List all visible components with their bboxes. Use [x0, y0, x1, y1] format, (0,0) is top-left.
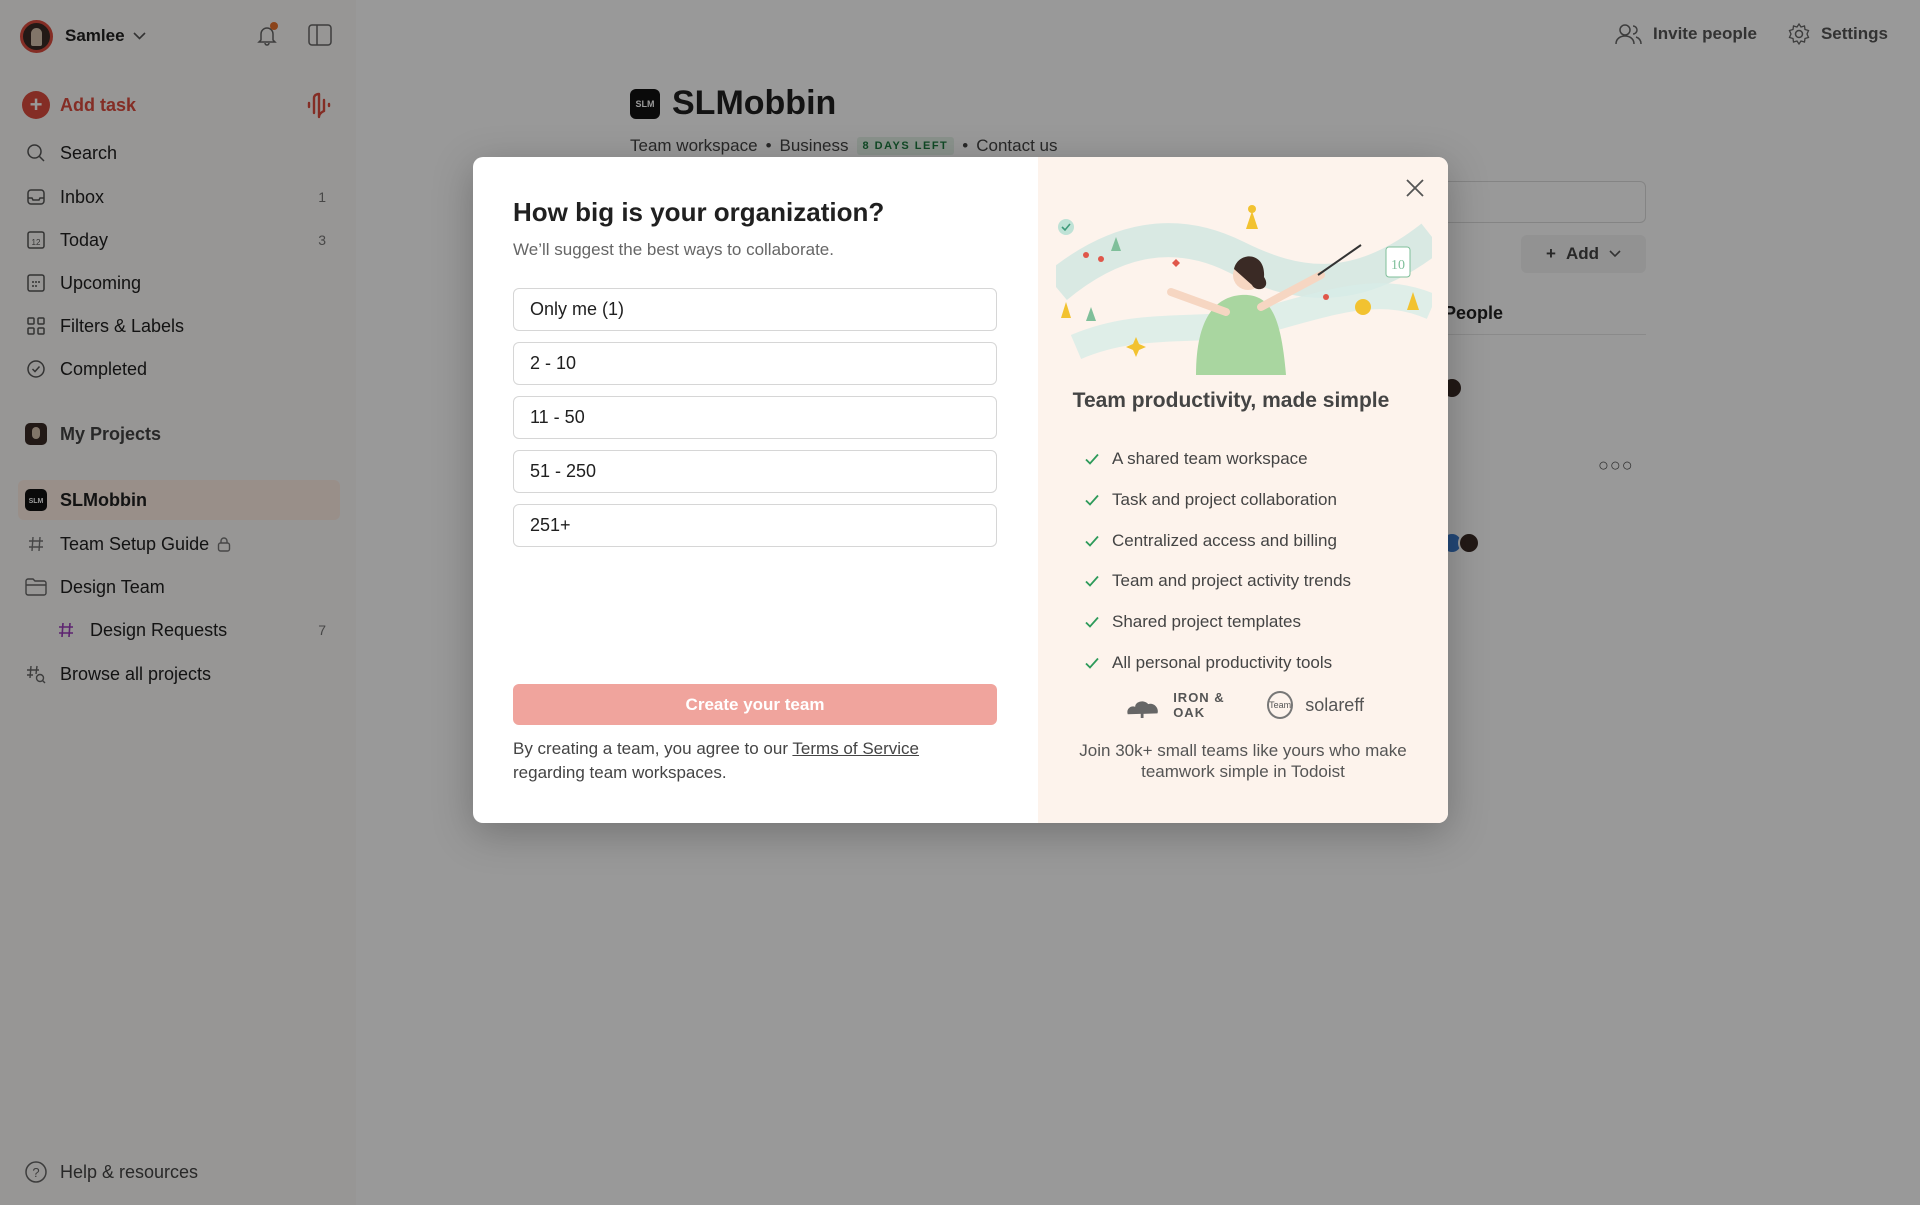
promo-heading: Team productivity, made simple	[1072, 389, 1390, 412]
create-team-button[interactable]: Create your team	[513, 684, 997, 725]
feature-item: Team and project activity trends	[1084, 561, 1351, 602]
check-icon	[1084, 492, 1100, 508]
terms-text: By creating a team, you agree to our Ter…	[513, 737, 997, 785]
team-illustration: 10	[1056, 205, 1432, 375]
feature-label: Centralized access and billing	[1112, 530, 1337, 550]
feature-item: All personal productivity tools	[1084, 642, 1351, 683]
size-option[interactable]: 11 - 50	[513, 396, 997, 439]
terms-suffix: regarding team workspaces.	[513, 763, 727, 782]
modal-form: How big is your organization? We’ll sugg…	[473, 157, 1038, 823]
feature-item: Task and project collaboration	[1084, 480, 1351, 521]
feature-label: Task and project collaboration	[1112, 490, 1337, 510]
feature-label: A shared team workspace	[1112, 449, 1308, 469]
check-icon	[1084, 451, 1100, 467]
size-option[interactable]: 51 - 250	[513, 450, 997, 493]
logo-solareff: solareff	[1305, 694, 1364, 715]
logo-iron-oak: IRON & OAK	[1173, 690, 1225, 720]
check-icon	[1084, 573, 1100, 589]
feature-label: Team and project activity trends	[1112, 571, 1352, 591]
size-option[interactable]: Only me (1)	[513, 288, 997, 331]
logo-team: Team	[1266, 691, 1294, 719]
create-team-modal: How big is your organization? We’ll sugg…	[473, 157, 1448, 823]
terms-of-service-link[interactable]: Terms of Service	[792, 739, 919, 758]
feature-item: Centralized access and billing	[1084, 520, 1351, 561]
feature-list: A shared team workspace Task and project…	[1084, 439, 1351, 683]
svg-text:10: 10	[1391, 258, 1405, 273]
size-option[interactable]: 251+	[513, 504, 997, 547]
modal-subtitle: We’ll suggest the best ways to collabora…	[513, 240, 834, 259]
check-icon	[1084, 614, 1100, 630]
modal-title: How big is your organization?	[513, 197, 885, 227]
size-options: Only me (1) 2 - 10 11 - 50 51 - 250 251+	[513, 288, 998, 547]
feature-label: All personal productivity tools	[1112, 652, 1333, 672]
modal-promo-panel: 10 Team productivity, made simple A shar…	[1038, 157, 1448, 823]
check-icon	[1084, 533, 1100, 549]
feature-item: A shared team workspace	[1084, 439, 1351, 480]
join-text: Join 30k+ small teams like yours who mak…	[1079, 741, 1407, 781]
logo-team-label: Team	[1269, 700, 1292, 710]
feature-item: Shared project templates	[1084, 602, 1351, 643]
feature-label: Shared project templates	[1112, 612, 1301, 632]
terms-prefix: By creating a team, you agree to our	[513, 739, 788, 758]
tree-logo-icon	[1127, 701, 1158, 719]
size-option[interactable]: 2 - 10	[513, 342, 997, 385]
customer-logos: IRON & OAK Team solareff	[1124, 687, 1364, 723]
check-icon	[1084, 655, 1100, 671]
